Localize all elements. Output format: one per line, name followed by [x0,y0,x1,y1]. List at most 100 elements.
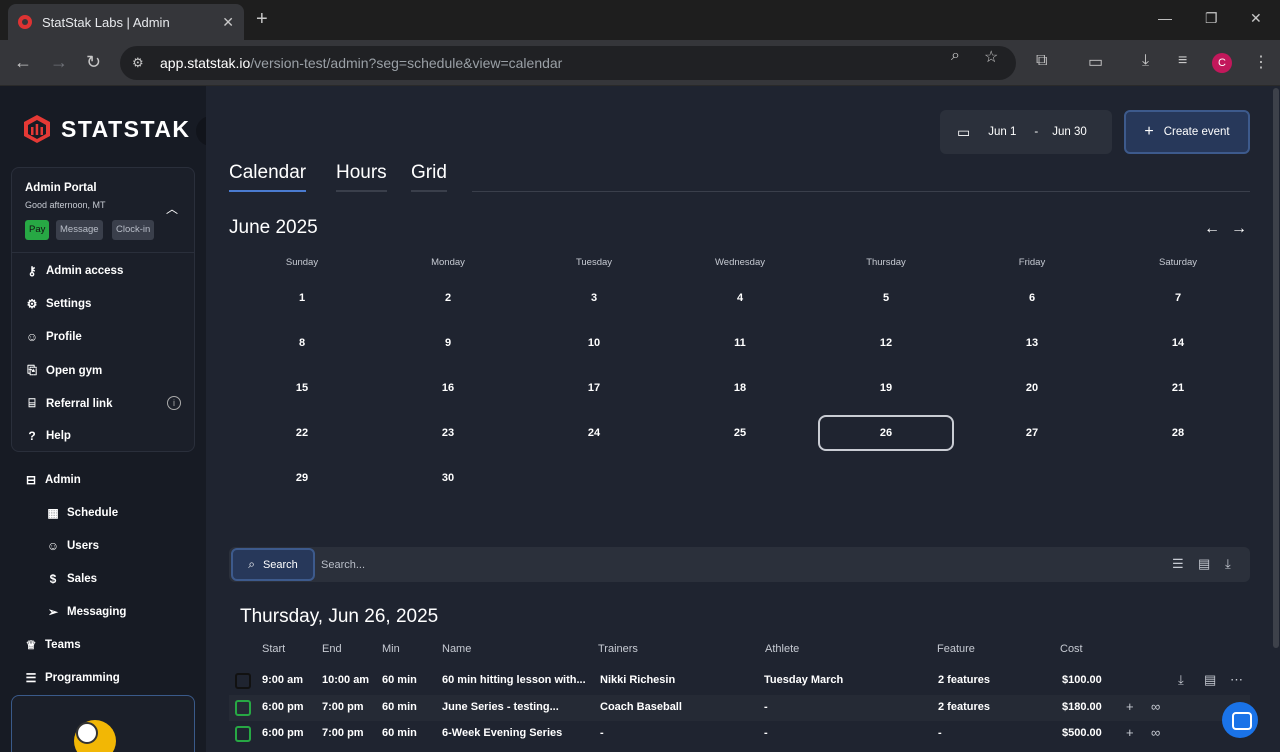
calendar-day[interactable]: 3 [526,280,662,316]
row-checkbox[interactable] [235,726,251,742]
new-tab-icon[interactable]: + [256,8,268,31]
reload-icon[interactable]: ↻ [86,52,101,73]
download-icon[interactable]: ⤓ [1142,52,1149,70]
tab-hours[interactable]: Hours [336,162,387,192]
calendar-day[interactable]: 5 [818,280,954,316]
calendar-day[interactable]: 29 [234,460,370,496]
calendar-day-selected[interactable]: 26 [818,415,954,451]
add-icon[interactable]: + [1126,699,1134,714]
calendar-day[interactable]: 7 [1110,280,1246,316]
media-icon[interactable]: ≡ [1178,52,1187,70]
nav-admin[interactable]: ⊟ Admin [24,473,81,487]
calendar-day[interactable]: 10 [526,325,662,361]
nav-messaging[interactable]: ➢ Messaging [46,605,126,619]
calendar-day[interactable]: 20 [964,370,1100,406]
nav-users[interactable]: ☺ Users [46,539,99,553]
link-icon[interactable]: ∞ [1151,725,1160,740]
close-tab-icon[interactable]: ✕ [222,14,234,31]
calendar-day[interactable]: 19 [818,370,954,406]
info-icon[interactable]: i [167,396,181,410]
cast-search-icon[interactable]: ▭ [1088,52,1103,72]
address-bar[interactable]: ⚙ app.statstak.io/version-test/admin?seg… [120,46,1016,80]
pay-button[interactable]: Pay [25,220,50,240]
minimize-icon[interactable]: — [1158,10,1172,26]
message-button[interactable]: Message [56,220,103,240]
extensions-icon[interactable]: ⧉ [1036,52,1047,70]
calendar-day[interactable]: 23 [380,415,516,451]
nav-teams[interactable]: ♕ Teams [24,638,81,652]
calendar-day[interactable]: 17 [526,370,662,406]
calendar-day[interactable]: 28 [1110,415,1246,451]
calendar-day[interactable]: 12 [818,325,954,361]
comment-icon[interactable]: ▤ [1204,672,1216,688]
menu-kebab-icon[interactable]: ⋮ [1253,52,1269,72]
calendar-day[interactable]: 15 [234,370,370,406]
calendar-day[interactable]: 6 [964,280,1100,316]
search-button[interactable]: ⌕ Search [231,548,315,581]
page-scrollbar[interactable] [1272,86,1280,752]
prev-month-icon[interactable]: ← [1204,220,1220,238]
calendar-day[interactable]: 13 [964,325,1100,361]
tab-calendar[interactable]: Calendar [229,162,307,192]
row-checkbox[interactable] [235,673,251,689]
restore-icon[interactable]: ❐ [1205,10,1218,27]
calendar-day[interactable]: 30 [380,460,516,496]
more-icon[interactable]: ⋯ [1230,672,1243,688]
bookmark-star-icon[interactable]: ☆ [984,47,998,67]
menu-referral-link[interactable]: ⌸ Referral link [25,396,112,411]
chevron-up-icon[interactable]: ︿ [166,200,178,217]
table-row[interactable]: 6:00 pm 7:00 pm 60 min June Series - tes… [229,695,1250,721]
calendar-day[interactable]: 16 [380,370,516,406]
site-settings-icon[interactable]: ⚙ [132,55,148,71]
calendar-day[interactable]: 25 [672,415,808,451]
calendar-day[interactable]: 14 [1110,325,1246,361]
table-row[interactable]: 9:00 am 10:00 am 60 min 60 min hitting l… [229,668,1250,694]
table-row[interactable]: 6:00 pm 7:00 pm 60 min 6-Week Evening Se… [229,721,1250,747]
date-range-picker[interactable]: ▭ Jun 1 - Jun 30 [940,110,1112,154]
add-icon[interactable]: + [1126,725,1134,740]
comment-icon[interactable]: ▤ [1198,556,1210,572]
menu-profile[interactable]: ☺ Profile [25,330,82,344]
nav-sales[interactable]: $ Sales [46,572,97,586]
calendar-day[interactable]: 21 [1110,370,1246,406]
calendar-day[interactable]: 27 [964,415,1100,451]
download-icon[interactable]: ⤓ [1178,672,1184,688]
zoom-icon[interactable]: ⌕ [951,47,960,65]
clock-in-button[interactable]: Clock-in [112,220,155,240]
calendar-day[interactable]: 22 [234,415,370,451]
menu-help[interactable]: ? Help [25,429,71,443]
download-icon[interactable]: ⤓ [1225,556,1231,572]
next-month-icon[interactable]: → [1231,220,1247,238]
url-text[interactable]: app.statstak.io/version-test/admin?seg=s… [160,55,562,71]
menu-open-gym[interactable]: ⎘ Open gym [25,363,102,378]
brand[interactable]: STATSTAK [22,114,191,144]
calendar-day[interactable]: 2 [380,280,516,316]
calendar-day[interactable]: 9 [380,325,516,361]
profile-avatar[interactable]: C [1212,53,1232,73]
promo-card[interactable] [11,695,195,752]
menu-settings[interactable]: ⚙ Settings [25,297,92,311]
create-event-button[interactable]: + Create event [1124,110,1250,154]
calendar-day[interactable]: 18 [672,370,808,406]
scrollbar-thumb[interactable] [1273,88,1279,648]
tab-grid[interactable]: Grid [411,162,447,192]
row-checkbox[interactable] [235,700,251,716]
clock-face-icon [76,722,98,744]
close-window-icon[interactable]: ✕ [1250,10,1262,27]
calendar-day[interactable]: 11 [672,325,808,361]
chat-launcher-button[interactable] [1222,702,1258,738]
calendar-day[interactable]: 8 [234,325,370,361]
search-input[interactable] [321,549,1141,580]
link-icon[interactable]: ∞ [1151,699,1160,714]
menu-admin-access[interactable]: ⚷ Admin access [25,264,124,278]
back-icon[interactable]: ← [14,52,32,73]
browser-tab[interactable]: StatStak Labs | Admin ✕ [8,4,244,40]
calendar-day[interactable]: 4 [672,280,808,316]
briefcase-icon: ⊟ [25,473,37,487]
calendar-day[interactable]: 1 [234,280,370,316]
nav-schedule[interactable]: ▦ Schedule [46,506,118,520]
filter-icon[interactable]: ☰ [1172,556,1184,572]
nav-programming[interactable]: ☰ Programming [24,671,120,685]
calendar-day[interactable]: 24 [526,415,662,451]
forward-icon[interactable]: → [50,52,68,73]
